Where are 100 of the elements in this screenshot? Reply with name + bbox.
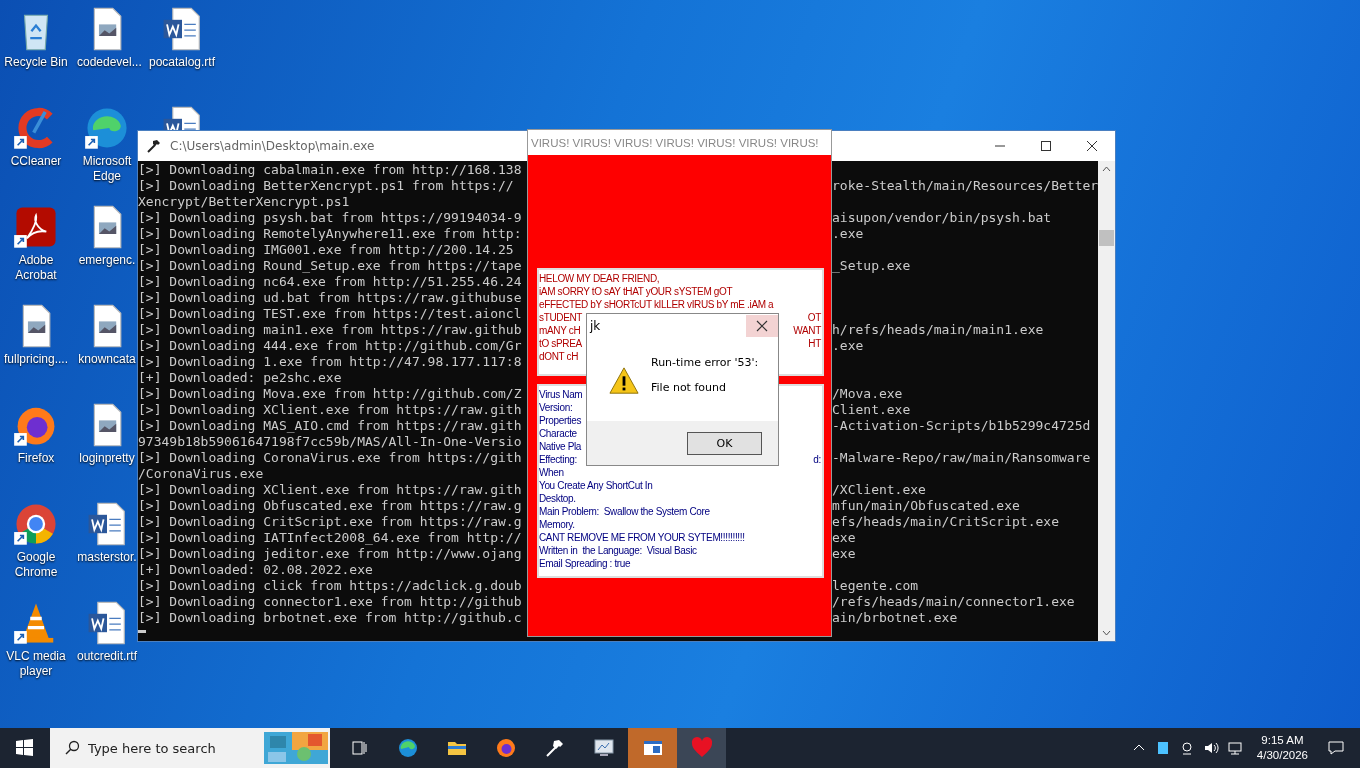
info-text: Memory. <box>539 518 575 531</box>
console-line: .exe <box>832 338 864 354</box>
icon-label[interactable]: knowncata <box>78 352 136 367</box>
console-line: [>] Downloading IATInfect2008_64.exe from http:// <box>138 530 522 546</box>
console-line: mfun/main/Obfuscated.exe <box>832 498 1020 514</box>
console-line: [>] Downloading TEST.exe from https://test.aioncl <box>138 306 522 322</box>
console-line: [>] Downloading psysh.bat from https://99194034-9 <box>138 210 522 226</box>
message-text: OT <box>807 311 821 324</box>
info-text: When <box>539 466 564 479</box>
message-text: eFFECTED bY sHORTcUT kILLER vIRUS bY mE .iAM a <box>539 298 774 311</box>
message-text: WANT <box>793 324 821 337</box>
icon-label[interactable]: Adobe Acrobat <box>0 253 72 283</box>
search-icon <box>64 740 80 756</box>
clock-date[interactable]: 4/30/2026 <box>1256 748 1308 763</box>
console-line: [>] Downloading ud.bat from https://raw.githubuse <box>138 290 522 306</box>
console-line: [>] Downloading nc64.exe from http://51.255.46.24 <box>138 274 522 290</box>
ok-button[interactable]: OK <box>687 431 762 455</box>
scroll-thumb[interactable] <box>1099 230 1115 246</box>
info-text: Characte <box>539 427 577 440</box>
console-line: /XClient.exe <box>832 482 926 498</box>
console-line: [>] Downloading connector1.exe from http://github <box>138 594 522 610</box>
console-line: /CoronaVirus.exe <box>138 466 264 482</box>
console-line: [>] Downloading CoronaVirus.exe from https://gith <box>138 450 522 466</box>
console-line: exe <box>832 530 856 546</box>
console-line: h/refs/heads/main/main1.exe <box>832 322 1044 338</box>
message-text: HT <box>808 337 821 350</box>
console-line: /Mova.exe <box>832 386 903 402</box>
console-line: [>] Downloading XClient.exe from https://raw.gith <box>138 402 522 418</box>
info-text: Main Problem: Swallow the System Core <box>539 505 710 518</box>
console-line: aisupon/vendor/bin/psysh.bat <box>832 210 1052 226</box>
console-line: [>] Downloading RemotelyAnywhere11.exe from http: <box>138 226 522 242</box>
scrollbar[interactable] <box>1098 161 1116 641</box>
window-title: VIRUS! VIRUS! VIRUS! VIRUS! VIRUS! VIRUS! VIRUS! <box>531 136 819 149</box>
console-line: /refs/heads/main/connector1.exe <box>832 594 1075 610</box>
warning-icon <box>609 366 639 396</box>
console-line: [>] Downloading XClient.exe from https://raw.gith <box>138 482 522 498</box>
info-text: Virus Nam <box>539 388 583 401</box>
info-text: You Create Any ShortCut In <box>539 479 653 492</box>
console-line: [>] Downloading Mova.exe from http://github.com/Z <box>138 386 522 402</box>
console-line: [>] Downloading jeditor.exe from http://www.ojang <box>138 546 522 562</box>
icon-label[interactable]: emergenc. <box>78 253 136 268</box>
info-text: d: <box>813 453 821 466</box>
console-line: exe <box>832 546 856 562</box>
icon-label[interactable]: masterstor. <box>77 550 137 565</box>
console-line: efs/heads/main/CritScript.exe <box>832 514 1059 530</box>
console-line: [>] Downloading click from https://adclick.g.doub <box>138 578 522 594</box>
console-line: [>] Downloading brbotnet.exe from http://github.c <box>138 610 522 626</box>
icon-label[interactable]: fullpricing.... <box>4 352 68 367</box>
console-line: [+] Downloaded: 02.08.2022.exe <box>138 562 373 578</box>
console-line: [>] Downloading Obfuscated.exe from https://raw.g <box>138 498 522 514</box>
dialog-title: jk <box>590 319 601 333</box>
info-text: Version: <box>539 401 573 414</box>
console-line: [>] Downloading CritScript.exe from https://raw.g <box>138 514 522 530</box>
console-line: _Setup.exe <box>832 258 911 274</box>
icon-label[interactable]: pocatalog.rtf <box>148 55 215 70</box>
console-line: [+] Downloaded: pe2shc.exe <box>138 370 342 386</box>
app-icon[interactable] <box>13 204 59 250</box>
console-line: [>] Downloading BetterXencrypt.ps1 from https:// <box>138 178 514 194</box>
console-line: [>] Downloading cabalmain.exe from http://168.138 <box>138 162 522 178</box>
message-text: iAM sORRY tO sAY tHAT yOUR sYSTEM gOT <box>539 285 733 298</box>
console-line: Client.exe <box>832 402 911 418</box>
console-line: Xencrypt/BetterXencrypt.ps1 <box>138 194 350 210</box>
icon-label[interactable]: outcredit.rtf <box>77 649 137 664</box>
console-line: 97349b18b59061647198f7cc59b/MAS/All-In-One-Versio <box>138 434 522 450</box>
hammer-icon <box>146 138 162 154</box>
message-text: tO sPREA <box>539 337 582 350</box>
console-line: ain/brbotnet.exe <box>832 610 958 626</box>
close-button[interactable] <box>746 315 778 337</box>
icon-label[interactable]: CCleaner <box>10 154 62 169</box>
icon-label[interactable]: loginpretty <box>79 451 135 466</box>
notification-icon[interactable] <box>1326 738 1346 758</box>
text-cursor <box>138 630 146 633</box>
message-text: HELOW MY DEAR FRIEND, <box>539 272 660 285</box>
console-line: roke-Stealth/main/Resources/Better <box>832 178 1099 194</box>
info-text: CANT REMOVE ME FROM YOUR SYTEM!!!!!!!!!! <box>539 531 745 544</box>
icon-label[interactable]: Recycle Bin <box>4 55 68 70</box>
icon-label[interactable]: Firefox <box>17 451 55 466</box>
console-line: [>] Downloading main1.exe from https://raw.github <box>138 322 522 338</box>
error-heading: Run-time error '53': <box>651 356 759 369</box>
info-text: Native Pla <box>539 440 582 453</box>
info-text: Desktop. <box>539 492 576 505</box>
message-text: sTUDENT <box>539 311 583 324</box>
message-text: mANY cH <box>539 324 581 337</box>
error-message: File not found <box>651 381 727 394</box>
heart-icon <box>689 736 714 760</box>
info-text: Written in the Language: Visual Basic <box>539 544 697 557</box>
console-line: [>] Downloading 444.exe from http://github.com/Gr <box>138 338 522 354</box>
icon-label[interactable]: Microsoft Edge <box>77 154 137 184</box>
console-line: legente.com <box>832 578 919 594</box>
console-line: -Malware-Repo/raw/main/Ransomware <box>832 450 1091 466</box>
console-line: [>] Downloading MAS_AIO.cmd from https://raw.gith <box>138 418 522 434</box>
console-line: -Activation-Scripts/b1b5299c4725d <box>832 418 1091 434</box>
window-title: C:\Users\admin\Desktop\main.exe <box>170 139 375 153</box>
icon-label[interactable]: VLC media player <box>0 649 72 679</box>
info-text: Effecting: <box>539 453 577 466</box>
icon-label[interactable]: Google Chrome <box>0 550 72 580</box>
info-text: Properties <box>539 414 582 427</box>
console-line: [>] Downloading 1.exe from http://47.98.177.117:8 <box>138 354 522 370</box>
console-line: .exe <box>832 226 864 242</box>
clock-time[interactable]: 9:15 AM <box>1261 733 1304 748</box>
